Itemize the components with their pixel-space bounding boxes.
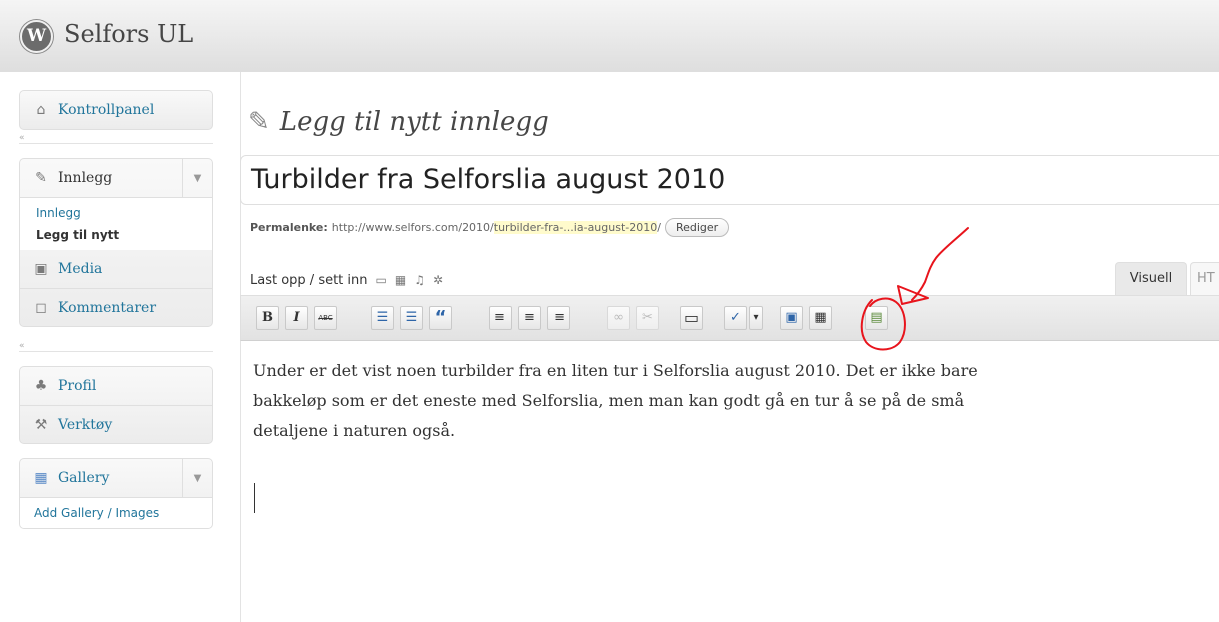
tab-visual[interactable]: Visuell: [1115, 262, 1187, 295]
submenu-item-posts[interactable]: Innlegg: [36, 202, 212, 224]
menu-users-box: ♣ Profil ⚒ Verktøy: [19, 366, 213, 444]
wordpress-logo-icon[interactable]: W: [20, 20, 53, 53]
gallery-submenu: Add Gallery / Images: [20, 497, 212, 528]
tab-html[interactable]: HT: [1190, 262, 1219, 295]
media-icon[interactable]: ✲: [433, 273, 443, 287]
sidebar-item-label: Kontrollpanel: [58, 102, 155, 118]
align-right-button[interactable]: ≡: [547, 306, 570, 330]
audio-icon[interactable]: ♫: [414, 273, 425, 287]
sidebar-item-label: Innlegg: [58, 170, 113, 186]
sidebar-item-label: Verktøy: [58, 416, 113, 433]
blockquote-button[interactable]: “: [429, 306, 452, 330]
gallery-insert-button[interactable]: ▤: [865, 306, 888, 330]
page-title-text: Legg til nytt innlegg: [279, 107, 549, 137]
content-line: bakkeløp som er det eneste med Selforsli…: [253, 391, 965, 410]
italic-button[interactable]: I: [285, 306, 308, 330]
fullscreen-button[interactable]: ▣: [780, 306, 803, 330]
spellcheck-dropdown-button[interactable]: ▾: [749, 306, 763, 330]
strikethrough-button[interactable]: ABC: [314, 306, 337, 330]
posts-submenu: Innlegg Legg til nytt: [20, 197, 212, 250]
page-title: ✎ Legg til nytt innlegg: [248, 97, 549, 147]
sidebar-item-posts[interactable]: ✎ Innlegg ▼: [20, 159, 212, 197]
sidebar-item-profile[interactable]: ♣ Profil: [20, 367, 212, 405]
sidebar-item-gallery[interactable]: ▦ Gallery ▼: [20, 459, 212, 497]
permalink-row: Permalenke: http://www.selfors.com/2010/…: [250, 215, 730, 239]
sidebar-item-dashboard[interactable]: ⌂ Kontrollpanel: [20, 91, 212, 129]
permalink-slug[interactable]: turbilder-fra-...ia-august-2010: [493, 220, 658, 234]
menu-gallery-box: ▦ Gallery ▼ Add Gallery / Images: [19, 458, 213, 529]
kitchen-sink-button[interactable]: ▦: [809, 306, 832, 330]
chevron-down-icon[interactable]: ▼: [182, 159, 212, 197]
insert-more-button[interactable]: ▭: [680, 306, 703, 330]
permalink-base: http://www.selfors.com/2010/: [331, 220, 494, 234]
tools-icon: ⚒: [34, 416, 48, 433]
pushpin-icon: ✎: [35, 170, 47, 186]
sidebar-item-comments[interactable]: ◻ Kommentarer: [20, 288, 212, 326]
image-icon[interactable]: ▭: [376, 273, 387, 287]
submenu-item-add-gallery[interactable]: Add Gallery / Images: [34, 502, 212, 524]
menu-collapse-separator[interactable]: «: [19, 342, 213, 352]
sidebar-divider: [240, 72, 241, 622]
sidebar-item-label: Kommentarer: [58, 299, 157, 316]
sidebar-item-label: Media: [58, 261, 103, 277]
upload-insert-row: Last opp / sett inn ▭ ▦ ♫ ✲: [250, 268, 443, 292]
permalink-suffix: /: [657, 220, 661, 234]
edit-permalink-button[interactable]: Rediger: [664, 217, 730, 237]
menu-collapse-separator[interactable]: «: [19, 134, 213, 144]
admin-header: W Selfors UL: [0, 0, 1219, 72]
pushpin-icon: ✎: [248, 107, 270, 137]
unlink-button[interactable]: ✂: [636, 306, 659, 330]
bold-button[interactable]: B: [256, 306, 279, 330]
align-left-button[interactable]: ≡: [489, 306, 512, 330]
align-center-button[interactable]: ≡: [518, 306, 541, 330]
site-title[interactable]: Selfors UL: [64, 20, 193, 48]
bulleted-list-button[interactable]: ☰: [371, 306, 394, 330]
users-icon: ♣: [34, 378, 48, 394]
camera-icon: ▣: [34, 261, 48, 277]
submenu-item-add-new[interactable]: Legg til nytt: [36, 224, 212, 246]
editor-toolbar: B I ABC ☰ ☰ “ ≡ ≡ ≡ ∞ ✂ ▭ ✓ ▾ ▣ ▦ ▤: [240, 295, 1219, 341]
house-icon: ⌂: [36, 102, 46, 118]
chevron-down-icon[interactable]: ▼: [182, 459, 212, 497]
numbered-list-button[interactable]: ☰: [400, 306, 423, 330]
spellcheck-button[interactable]: ✓: [724, 306, 747, 330]
permalink-label: Permalenke:: [250, 220, 328, 234]
menu-posts-box: ✎ Innlegg ▼ Innlegg Legg til nytt ▣ Medi…: [19, 158, 213, 327]
menu-dashboard-box: ⌂ Kontrollpanel: [19, 90, 213, 130]
editor-content[interactable]: Under er det vist noen turbilder fra en …: [253, 356, 1113, 446]
content-line: Under er det vist noen turbilder fra en …: [253, 361, 978, 380]
gallery-icon: ▦: [34, 470, 48, 486]
sidebar-item-media[interactable]: ▣ Media: [20, 250, 212, 288]
collapse-arrow-icon[interactable]: «: [19, 341, 25, 351]
sidebar-item-tools[interactable]: ⚒ Verktøy: [20, 405, 212, 443]
insert-link-button[interactable]: ∞: [607, 306, 630, 330]
text-cursor: [254, 483, 255, 513]
video-icon[interactable]: ▦: [395, 273, 406, 287]
annotation-arrow-icon: [897, 227, 969, 305]
collapse-arrow-icon[interactable]: «: [19, 133, 25, 143]
speech-bubble-icon: ◻: [35, 299, 47, 316]
content-line: detaljene i naturen også.: [253, 421, 456, 440]
upload-insert-label: Last opp / sett inn: [250, 272, 368, 288]
sidebar-item-label: Gallery: [58, 470, 110, 486]
post-title-input[interactable]: Turbilder fra Selforslia august 2010: [240, 155, 1219, 205]
sidebar-item-label: Profil: [58, 378, 97, 394]
